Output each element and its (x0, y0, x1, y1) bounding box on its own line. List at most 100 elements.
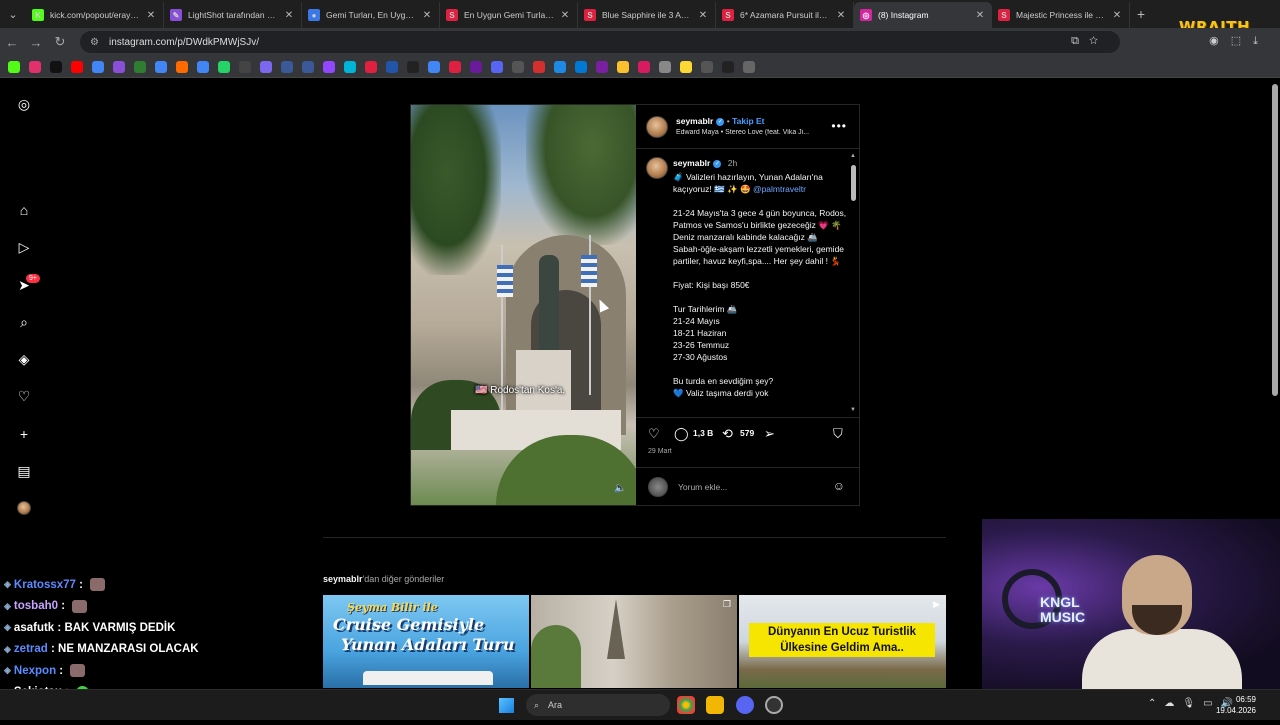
bookmark-icon[interactable] (155, 60, 167, 73)
bookmark-icon[interactable] (554, 60, 566, 73)
close-tab-icon[interactable]: ✕ (697, 10, 709, 21)
bookmark-icon[interactable] (680, 60, 692, 73)
like-icon[interactable]: ♡ (648, 426, 660, 442)
chrome-icon[interactable] (677, 696, 695, 714)
instagram-logo-icon[interactable]: ◎ (16, 96, 32, 112)
browser-tab[interactable]: ◎ (8) Instagram ✕ (854, 2, 992, 28)
bookmark-icon[interactable] (365, 60, 377, 73)
bookmark-icon[interactable] (575, 60, 587, 73)
browser-tab[interactable]: S Blue Sapphire ile 3 Ada 4 ✕ (578, 2, 716, 28)
caption-avatar[interactable] (646, 157, 668, 179)
bookmark-icon[interactable] (428, 60, 440, 73)
bookmark-icon[interactable] (134, 60, 146, 73)
close-tab-icon[interactable]: ✕ (145, 10, 157, 21)
browser-tab[interactable]: ● Gemi Turları, En Uygun G ✕ (302, 2, 440, 28)
bookmark-icon[interactable] (218, 60, 230, 73)
page-scrollbar[interactable] (1272, 84, 1278, 396)
author-username[interactable]: seymablr (676, 116, 713, 126)
bookmark-icon[interactable] (533, 60, 545, 73)
comment-input[interactable]: Yorum ekle... (678, 482, 727, 492)
create-icon[interactable]: + (16, 426, 32, 442)
close-tab-icon[interactable]: ✕ (974, 10, 986, 21)
bookmark-icon[interactable] (260, 60, 272, 73)
bookmark-icon[interactable] (113, 60, 125, 73)
profile-avatar[interactable] (17, 501, 31, 515)
mention-link[interactable]: @palmtraveltr (753, 184, 806, 194)
new-tab-button[interactable]: + (1130, 6, 1152, 22)
close-tab-icon[interactable]: ✕ (421, 10, 433, 21)
start-icon[interactable] (499, 698, 514, 713)
related-post-thumbnail[interactable]: Şeyma Bilir ile Cruise Gemisiyle Yunan A… (323, 595, 529, 688)
bookmark-icon[interactable] (596, 60, 608, 73)
browser-tab[interactable]: S En Uygun Gemi Turları Fiy ✕ (440, 2, 578, 28)
bookmark-icon[interactable] (281, 60, 293, 73)
close-tab-icon[interactable]: ✕ (559, 10, 571, 21)
home-icon[interactable]: ⌂ (16, 202, 32, 218)
reels-icon[interactable]: ▷ (16, 239, 32, 255)
chat-username[interactable]: Nexpon (14, 665, 56, 677)
bookmark-icon[interactable] (92, 60, 104, 73)
caption-scrollbar[interactable]: ▲ ▼ (850, 153, 856, 415)
app-icon[interactable] (765, 696, 783, 714)
bookmark-icon[interactable] (344, 60, 356, 73)
reload-icon[interactable]: ↻ (48, 34, 72, 50)
bookmark-icon[interactable] (659, 60, 671, 73)
bookmark-icon[interactable] (386, 60, 398, 73)
bookmark-icon[interactable] (491, 60, 503, 73)
bookmark-icon[interactable] (449, 60, 461, 73)
close-tab-icon[interactable]: ✕ (835, 10, 847, 21)
site-info-icon[interactable]: ⚙ (90, 37, 99, 48)
chat-username[interactable]: Kratossx77 (14, 579, 76, 591)
chat-username[interactable]: asafutk (14, 622, 54, 634)
bookmark-icon[interactable] (407, 60, 419, 73)
discord-icon[interactable] (736, 696, 754, 714)
share-icon[interactable]: ➢ (764, 426, 775, 442)
bookmark-icon[interactable] (197, 60, 209, 73)
bookmark-icon[interactable] (239, 60, 251, 73)
extensions-icons[interactable]: ◉⬚⤓ (1209, 34, 1270, 48)
music-info[interactable]: Edward Maya • Stereo Love (feat. Vika Ji… (676, 129, 826, 136)
explore-icon[interactable]: ◈ (16, 351, 32, 367)
follow-button[interactable]: Takip Et (732, 116, 764, 126)
search-icon[interactable]: ⌕ (16, 314, 32, 330)
more-options-icon[interactable]: ••• (831, 119, 847, 133)
bookmark-icon[interactable] (176, 60, 188, 73)
bookmark-icon[interactable] (50, 60, 62, 73)
related-post-thumbnail[interactable]: ❐ (531, 595, 737, 688)
bookmark-icon[interactable] (743, 60, 755, 73)
taskbar-search[interactable]: ⌕ Ara (526, 694, 670, 716)
bookmark-icon[interactable] (470, 60, 482, 73)
clock[interactable]: 06:59 19.04.2026 (1216, 694, 1256, 716)
bookmark-icon[interactable] (8, 60, 20, 73)
bookmark-icon[interactable] (512, 60, 524, 73)
browser-tab[interactable]: S Majestic Princess ile Brita ✕ (992, 2, 1130, 28)
bookmark-icon[interactable] (722, 60, 734, 73)
url-field[interactable]: ⚙ instagram.com/p/DWdkPMWjSJv/ ⧉☆ (80, 31, 1120, 53)
heart-icon[interactable]: ♡ (16, 388, 32, 404)
close-tab-icon[interactable]: ✕ (283, 10, 295, 21)
browser-tab[interactable]: Kkick.com/popout/eray/ch ✕ (26, 2, 164, 28)
related-post-thumbnail[interactable]: Dünyanın En Ucuz Turistlik Ülkesine Geld… (739, 595, 946, 688)
tab-search-icon[interactable]: ⌄ (0, 0, 26, 28)
chat-username[interactable]: tosbah0 (14, 600, 58, 612)
file-explorer-icon[interactable] (706, 696, 724, 714)
bookmark-icon[interactable] (701, 60, 713, 73)
browser-tab[interactable]: S 6* Azamara Pursuit ile Yil ✕ (716, 2, 854, 28)
emoji-icon[interactable]: ☺ (833, 479, 845, 493)
bookmark-icon[interactable] (638, 60, 650, 73)
back-icon[interactable]: ← (0, 35, 24, 50)
browser-tab[interactable]: ✎ LightShot tarafından Ekra ✕ (164, 2, 302, 28)
bookmark-icon[interactable] (617, 60, 629, 73)
bookmark-icon[interactable] (323, 60, 335, 73)
volume-icon[interactable]: 🔈 (614, 483, 626, 494)
chat-username[interactable]: zetrad (14, 643, 48, 655)
close-tab-icon[interactable]: ✕ (1111, 10, 1123, 21)
forward-icon[interactable]: → (24, 35, 48, 50)
author-avatar[interactable] (646, 116, 668, 138)
caption-username[interactable]: seymablr (673, 158, 710, 168)
dashboard-icon[interactable]: ▤ (16, 463, 32, 479)
bookmark-icon[interactable] (302, 60, 314, 73)
bookmark-icon[interactable] (71, 60, 83, 73)
comment-icon[interactable]: ◯ (674, 426, 689, 442)
save-icon[interactable]: ⛉ (833, 426, 843, 442)
